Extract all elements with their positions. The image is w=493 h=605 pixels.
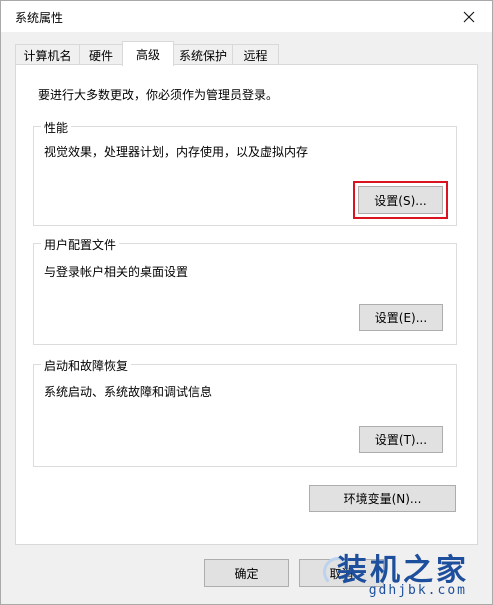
advanced-tab-panel: 要进行大多数更改，你必须作为管理员登录。 性能 视觉效果，处理器计划，内存使用，… [15, 64, 478, 545]
window-title: 系统属性 [15, 11, 64, 25]
user-profiles-description: 与登录帐户相关的桌面设置 [44, 265, 189, 279]
performance-group: 性能 视觉效果，处理器计划，内存使用，以及虚拟内存 设置(S)... [33, 119, 457, 226]
startup-recovery-title: 启动和故障恢复 [41, 357, 132, 374]
user-profiles-group: 用户配置文件 与登录帐户相关的桌面设置 设置(E)... [33, 236, 457, 345]
close-button[interactable] [446, 1, 492, 32]
performance-description: 视觉效果，处理器计划，内存使用，以及虚拟内存 [44, 145, 309, 159]
startup-recovery-group: 启动和故障恢复 系统启动、系统故障和调试信息 设置(T)... [33, 357, 457, 467]
title-bar: 系统属性 [1, 1, 492, 32]
performance-title: 性能 [41, 119, 72, 136]
tab-system-protection[interactable]: 系统保护 [173, 44, 233, 65]
close-icon [463, 11, 475, 22]
performance-settings-button[interactable]: 设置(S)... [358, 186, 443, 214]
tab-strip: 计算机名 硬件 高级 系统保护 远程 [15, 41, 485, 66]
ok-button[interactable]: 确定 [204, 559, 289, 587]
tab-hardware[interactable]: 硬件 [79, 44, 123, 65]
watermark-url: gdhjbk.com [368, 583, 467, 598]
startup-recovery-settings-button[interactable]: 设置(T)... [359, 426, 443, 453]
user-profiles-settings-button[interactable]: 设置(E)... [359, 304, 443, 331]
user-profiles-title: 用户配置文件 [41, 236, 120, 253]
watermark: 装机之家 gdhjbk.com [317, 543, 487, 603]
admin-note: 要进行大多数更改，你必须作为管理员登录。 [38, 88, 279, 102]
environment-variables-button[interactable]: 环境变量(N)... [309, 485, 456, 512]
system-properties-dialog: 系统属性 计算机名 硬件 高级 系统保护 远程 要进行大多数更改，你必须作为管理… [0, 0, 493, 605]
tab-advanced[interactable]: 高级 [122, 41, 174, 66]
tab-computer-name[interactable]: 计算机名 [15, 44, 80, 65]
tab-remote[interactable]: 远程 [232, 44, 279, 65]
startup-recovery-description: 系统启动、系统故障和调试信息 [44, 385, 213, 399]
